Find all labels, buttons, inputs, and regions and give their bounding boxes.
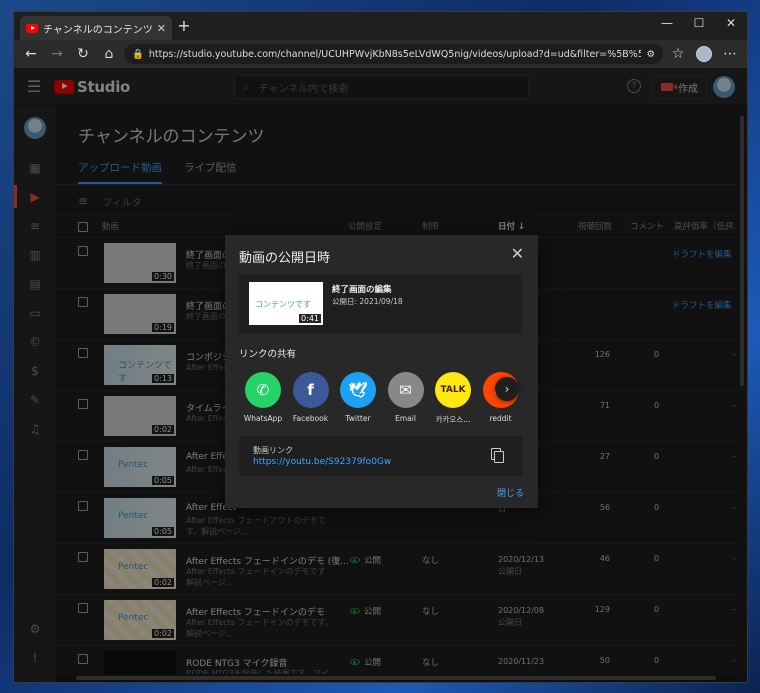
video-link-box: 動画リンク https://youtu.be/S92379fo0Gw [239, 436, 522, 476]
share-facebook-button[interactable]: f Facebook [287, 372, 335, 423]
dialog-title: 動画の公開日時 [239, 251, 331, 266]
video-link[interactable]: https://youtu.be/S92379fo0Gw [253, 457, 391, 467]
youtube-favicon-icon [26, 23, 38, 33]
copy-icon[interactable] [491, 448, 504, 463]
maximize-icon[interactable]: ☐ [683, 12, 715, 34]
email-icon: ✉ [387, 372, 424, 408]
tab-close-icon[interactable]: ✕ [157, 22, 166, 35]
share-targets: ✆ WhatsApp f Facebook 🕊 Twitter ✉ Email TALK… [239, 372, 526, 426]
share--button[interactable]: TALK 카카오스... [429, 372, 477, 425]
publish-date-dialog: 動画の公開日時 ✕ コンテンツです 0:41 終了画面の編集 公開日: 2021… [225, 235, 538, 508]
more-menu-icon[interactable]: ⋯ [719, 43, 741, 65]
home-icon[interactable]: ⌂ [98, 43, 120, 65]
link-label: 動画リンク [253, 446, 293, 455]
close-button[interactable]: 閉じる [497, 486, 524, 499]
new-tab-icon[interactable]: + [174, 16, 194, 35]
forward-icon[interactable]: → [46, 43, 68, 65]
refresh-icon[interactable]: ↻ [72, 43, 94, 65]
video-duration: 0:41 [299, 314, 321, 323]
window-controls: — ☐ ✕ [651, 12, 747, 34]
title-bar: チャンネルのコンテンツ - YouTube Stu ✕ + — ☐ ✕ [14, 12, 747, 40]
video-title: 終了画面の編集 [332, 285, 392, 295]
url-text: https://studio.youtube.com/channel/UCUHP… [148, 48, 642, 60]
minimize-icon[interactable]: — [651, 12, 683, 34]
extension-icon[interactable]: ⚙ [646, 49, 655, 60]
share-email-button[interactable]: ✉ Email [382, 372, 430, 423]
address-bar: ← → ↻ ⌂ 🔒 https://studio.youtube.com/cha… [14, 40, 747, 68]
tab-title: チャンネルのコンテンツ - YouTube Stu [43, 24, 153, 36]
kakaostory-icon: TALK [435, 372, 471, 408]
profile-icon[interactable] [693, 43, 715, 65]
facebook-icon: f [292, 372, 329, 408]
browser-window: チャンネルのコンテンツ - YouTube Stu ✕ + — ☐ ✕ ← → … [13, 11, 748, 683]
lock-icon: 🔒 [132, 48, 144, 60]
video-thumbnail[interactable]: コンテンツです 0:41 [249, 282, 323, 325]
dialog-video-card: コンテンツです 0:41 終了画面の編集 公開日: 2021/09/18 [239, 274, 522, 334]
whatsapp-icon: ✆ [245, 372, 281, 408]
browser-tab[interactable]: チャンネルのコンテンツ - YouTube Stu ✕ [20, 16, 172, 40]
twitter-icon: 🕊 [340, 372, 376, 408]
chevron-right-icon[interactable]: › [495, 377, 519, 401]
share-twitter-button[interactable]: 🕊 Twitter [334, 372, 382, 423]
share-heading: リンクの共有 [239, 349, 297, 360]
close-window-icon[interactable]: ✕ [715, 12, 747, 34]
favorites-icon[interactable]: ☆ [667, 43, 689, 65]
url-field[interactable]: 🔒 https://studio.youtube.com/channel/UCU… [124, 44, 663, 64]
back-icon[interactable]: ← [20, 43, 42, 65]
share-whatsapp-button[interactable]: ✆ WhatsApp [239, 372, 287, 423]
close-icon[interactable]: ✕ [511, 244, 524, 263]
video-date: 公開日: 2021/09/18 [332, 297, 403, 306]
